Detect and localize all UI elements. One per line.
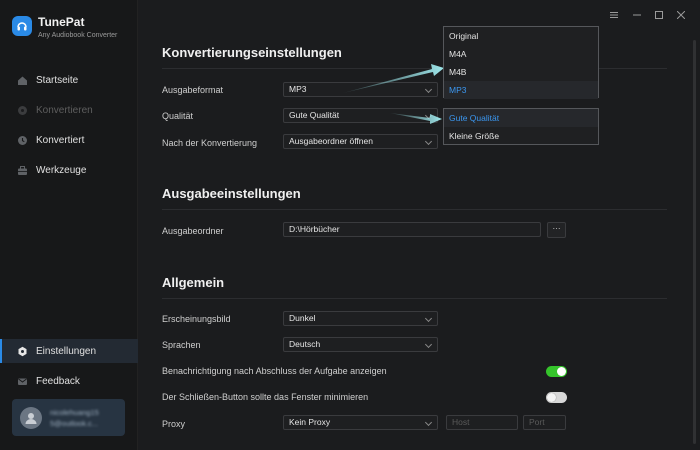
format-dropdown: Original M4A M4B MP3 [443,26,599,99]
quality-option-small[interactable]: Kleine Größe [444,127,598,145]
arrow-to-quality-dropdown [390,113,442,124]
quality-option-good[interactable]: Gute Qualität [444,109,598,127]
arrow-to-format-dropdown [343,64,444,93]
quality-dropdown: Gute Qualität Kleine Größe [443,108,599,145]
format-option-m4a[interactable]: M4A [444,45,598,63]
format-option-original[interactable]: Original [444,27,598,45]
format-option-mp3[interactable]: MP3 [444,81,598,99]
format-option-m4b[interactable]: M4B [444,63,598,81]
